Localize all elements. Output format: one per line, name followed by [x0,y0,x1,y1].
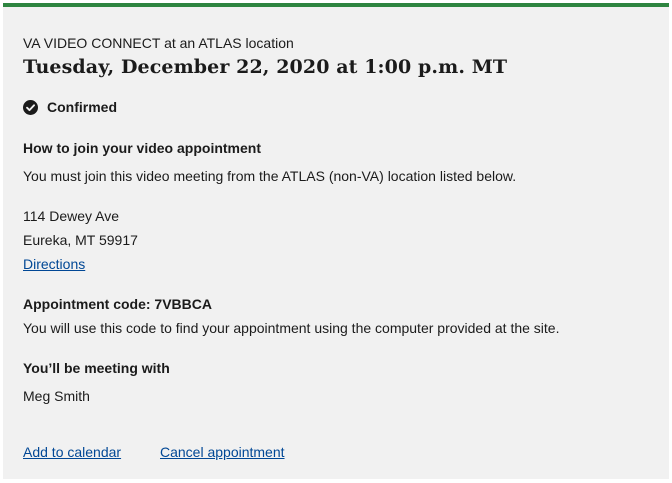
provider-heading: You’ll be meeting with [23,360,170,376]
appointment-card: VA VIDEO CONNECT at an ATLAS location Tu… [3,3,669,479]
appointment-code-note: You will use this code to find your appo… [23,320,560,336]
appointment-type-label: VA VIDEO CONNECT at an ATLAS location [23,35,294,51]
appointment-status: Confirmed [23,98,117,116]
join-heading: How to join your video appointment [23,140,261,156]
status-label: Confirmed [47,99,117,115]
directions-link[interactable]: Directions [23,255,85,273]
appointment-code-heading: Appointment code: 7VBBCA [23,296,212,312]
add-to-calendar-link[interactable]: Add to calendar [23,443,121,461]
address-street: 114 Dewey Ave [23,208,119,224]
appointment-datetime-heading: Tuesday, December 22, 2020 at 1:00 p.m. … [23,56,508,78]
address-city-state-zip: Eureka, MT 59917 [23,232,138,248]
cancel-appointment-link[interactable]: Cancel appointment [160,443,285,461]
check-circle-icon [23,99,38,115]
provider-name: Meg Smith [23,388,90,404]
join-instructions: You must join this video meeting from th… [23,168,517,184]
